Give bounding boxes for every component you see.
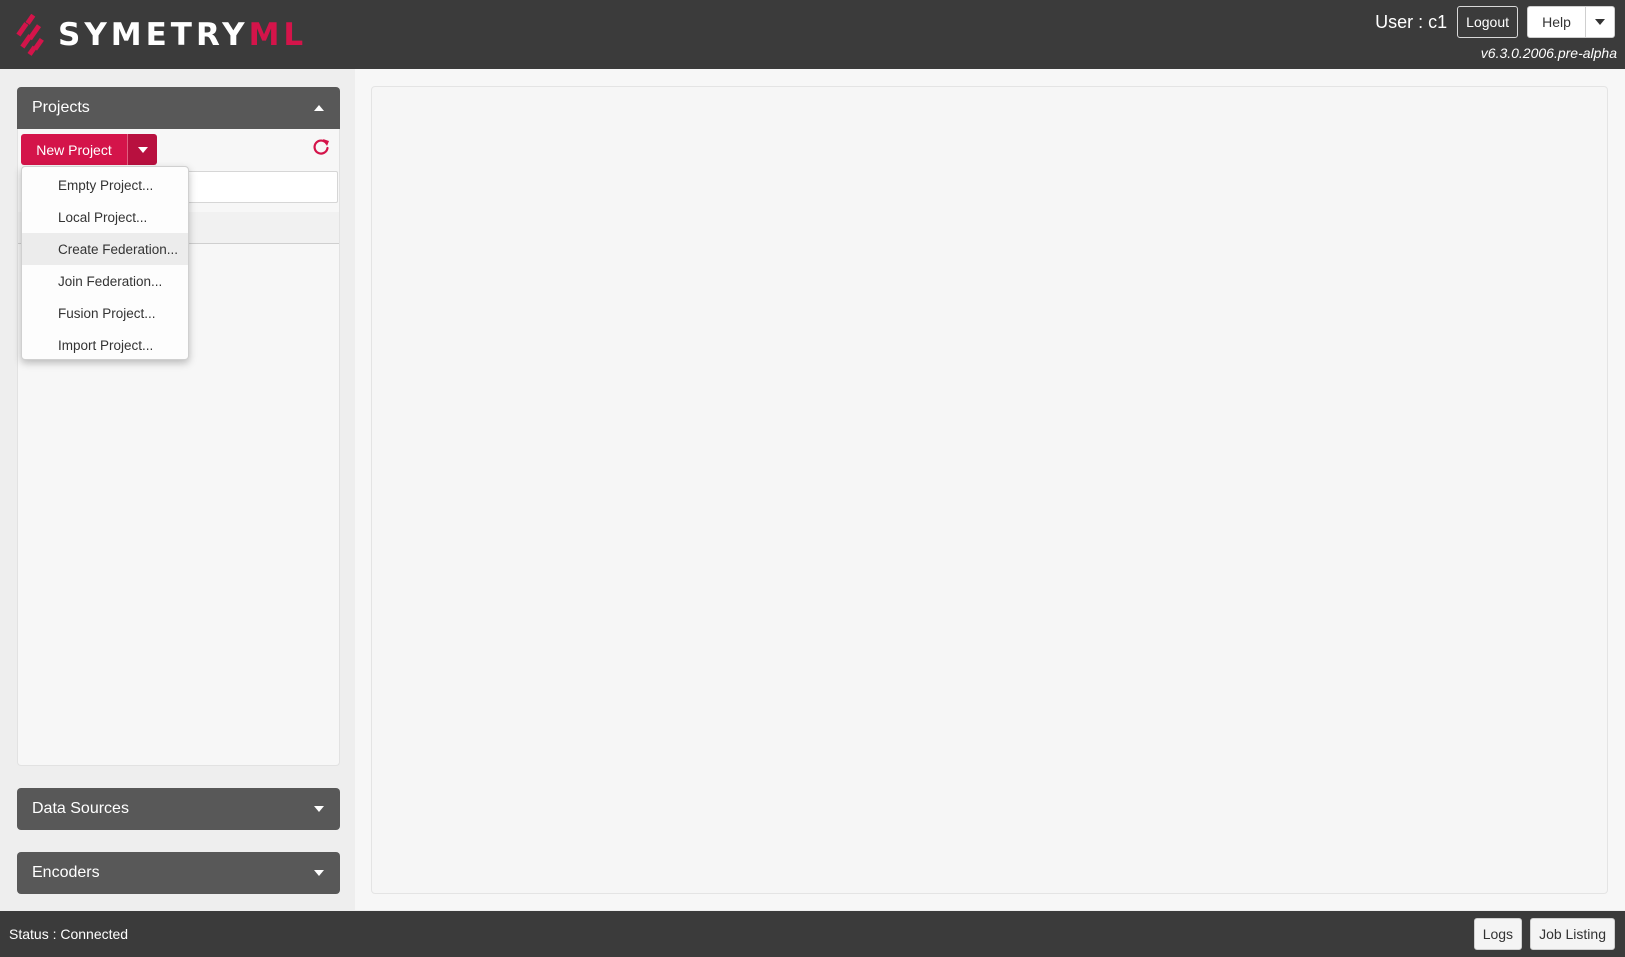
logs-button[interactable]: Logs xyxy=(1473,918,1523,950)
menu-item-create-federation[interactable]: Create Federation... xyxy=(22,233,188,265)
chevron-down-icon xyxy=(137,146,148,153)
chevron-down-icon xyxy=(314,806,324,812)
menu-item-local-project[interactable]: Local Project... xyxy=(22,201,188,233)
help-button-group: Help xyxy=(1527,6,1615,38)
data-sources-title: Data Sources xyxy=(32,800,129,817)
refresh-icon[interactable] xyxy=(311,137,331,157)
menu-item-join-federation[interactable]: Join Federation... xyxy=(22,265,188,297)
new-project-dropdown-toggle[interactable] xyxy=(127,134,157,165)
new-project-button-group: New Project xyxy=(21,134,157,165)
new-project-button[interactable]: New Project xyxy=(21,134,127,165)
chevron-down-icon xyxy=(1595,19,1605,25)
help-button[interactable]: Help xyxy=(1528,7,1586,37)
menu-item-import-project[interactable]: Import Project... xyxy=(22,329,188,361)
job-listing-button[interactable]: Job Listing xyxy=(1530,918,1615,950)
encoders-title: Encoders xyxy=(32,864,100,881)
new-project-menu: Empty Project... Local Project... Create… xyxy=(21,166,189,360)
chevron-down-icon xyxy=(314,870,324,876)
user-area: User : c1 Logout Help xyxy=(1375,6,1615,38)
data-sources-accordion-header[interactable]: Data Sources xyxy=(17,788,340,830)
logo-mark-icon xyxy=(16,14,44,56)
chevron-up-icon xyxy=(314,105,324,111)
user-label: User : c1 xyxy=(1375,11,1448,32)
encoders-accordion-header[interactable]: Encoders xyxy=(17,852,340,894)
menu-item-fusion-project[interactable]: Fusion Project... xyxy=(22,297,188,329)
connection-status: Status : Connected xyxy=(9,926,129,942)
logout-button[interactable]: Logout xyxy=(1457,6,1518,38)
projects-accordion-header[interactable]: Projects xyxy=(17,87,340,129)
help-dropdown-toggle[interactable] xyxy=(1586,7,1614,37)
version-label: v6.3.0.2006.pre-alpha xyxy=(1480,45,1617,61)
projects-title: Projects xyxy=(32,99,90,116)
menu-item-empty-project[interactable]: Empty Project... xyxy=(22,169,188,201)
main-content-panel xyxy=(371,86,1608,894)
status-bar: Status : Connected Logs Job Listing xyxy=(0,911,1625,957)
logo-text: SYMETRYML xyxy=(58,17,308,53)
symetryml-logo: SYMETRYML xyxy=(16,14,307,56)
app-header: SYMETRYML User : c1 Logout Help v6.3.0.2… xyxy=(0,0,1625,69)
footer-buttons: Logs Job Listing xyxy=(1466,918,1615,950)
